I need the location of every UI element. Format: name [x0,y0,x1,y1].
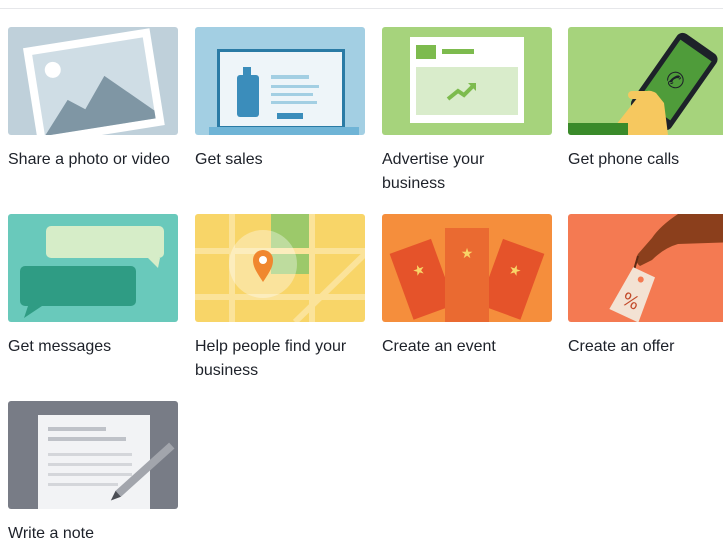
option-label: Create an offer [568,338,675,355]
svg-text:★: ★ [461,246,474,262]
share-photo-video-option[interactable]: Share a photo or video [8,27,178,172]
get-phone-calls-option[interactable]: ✆ Get phone calls [568,27,723,172]
write-note-option[interactable]: Write a note [8,401,178,546]
top-divider [0,8,723,9]
option-label: Get phone calls [568,151,680,168]
option-label: Share a photo or video [8,151,170,168]
photo-icon [8,27,178,135]
create-event-option[interactable]: ★ ★ ★ Create an event [382,214,552,359]
option-label: Get messages [8,338,112,355]
option-label: Advertise your business [382,151,485,192]
option-label: Create an event [382,338,496,355]
webpage-trend-icon [382,27,552,135]
option-label: Write a note [8,525,94,542]
map-pin-icon [195,214,365,322]
option-label: Help people find your business [195,338,347,379]
get-sales-option[interactable]: Get sales [195,27,365,172]
chat-bubbles-icon [8,214,178,322]
option-label: Get sales [195,151,263,168]
advertise-business-option[interactable]: Advertise your business [382,27,552,196]
price-tag-icon: % [568,214,723,322]
storefront-bottle-icon [195,27,365,135]
create-offer-option[interactable]: % Create an offer [568,214,723,359]
event-tickets-icon: ★ ★ ★ [382,214,552,322]
note-pencil-icon [8,401,178,509]
help-people-find-option[interactable]: Help people find your business [195,214,365,383]
phone-in-hand-icon: ✆ [568,27,723,135]
get-messages-option[interactable]: Get messages [8,214,178,359]
